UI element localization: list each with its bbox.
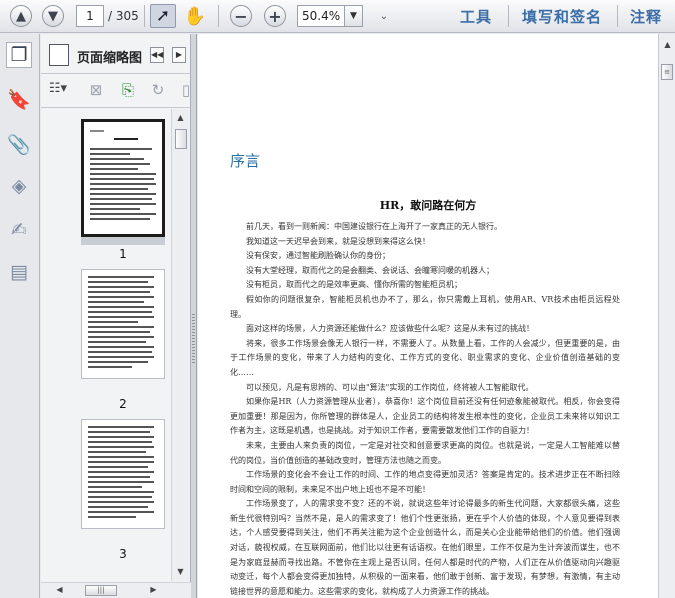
bookmarks-button[interactable]: 🔖	[6, 86, 32, 112]
insert-page-button[interactable]: ⎘	[117, 81, 139, 101]
paragraph: 前几天，看到一则新闻：中国建设银行在上海开了一家真正的无人银行。	[246, 222, 502, 231]
paragraph: 没有保安，通过智能刷脸确认你的身份；	[246, 251, 390, 261]
thumbnail-shadow	[81, 237, 165, 245]
page-thumbnail[interactable]	[81, 119, 165, 237]
hand-icon: ✋	[183, 5, 207, 27]
zoom-in-button[interactable]: +	[262, 4, 288, 28]
paragraph: 工作场景变了，人的需求变不变？还的不说，就说这些年讨论得最多的新生代问题，大家都…	[230, 499, 620, 596]
thumbnail-list: 1 2 3	[41, 109, 171, 582]
arrow-down-icon: ▼	[42, 5, 64, 27]
expand-panel-button[interactable]: ▶	[172, 47, 186, 63]
page-thumbnail[interactable]	[81, 269, 165, 379]
properties-icon: ▯	[181, 81, 191, 99]
attachments-button[interactable]: 📎	[6, 131, 32, 157]
page-thumbnails-icon: ❐	[10, 44, 28, 66]
minus-icon: −	[230, 5, 252, 27]
document-title: HR，敢问路在何方	[379, 199, 477, 212]
scroll-down-arrow-icon[interactable]: ▼	[174, 565, 187, 579]
panel-title: 页面缩略图	[77, 51, 143, 66]
arrow-up-icon: ▲	[10, 5, 32, 27]
signature-pen-icon: ✍	[11, 219, 27, 241]
toolbar-divider	[617, 5, 618, 27]
document-icon: ▤	[10, 261, 28, 283]
main-toolbar: ▲ ▼ 1 / 305 ➚ ✋ − + 50.4% ▼ ⌄ 工具 填写和签名 注…	[0, 0, 675, 33]
zoom-level-input[interactable]: 50.4%	[297, 5, 345, 27]
insert-page-icon: ⎘	[121, 81, 134, 99]
paragraph: 工作场景的变化会不会让工作的时间、工作的地点变得更加灵活？答案是肯定的。技术进步…	[230, 470, 620, 494]
delete-page-button[interactable]: ⊠	[85, 81, 107, 101]
paragraph: 将来，很多工作场景会像无人银行一样，不需要人了。从数量上看，工作的人会减少，但更…	[230, 338, 620, 377]
zoom-dropdown-button[interactable]: ▼	[345, 5, 363, 27]
scrollbar-thumb[interactable]: |||	[85, 585, 117, 596]
comment-menu[interactable]: 注释	[630, 6, 662, 27]
scrollbar-thumb[interactable]: ≡	[661, 64, 673, 80]
page-thumbnail[interactable]	[81, 419, 165, 529]
layers-icon: ◈	[11, 175, 27, 197]
panel-toolbar: ☷▾ ⊠ ⎘ ↻ ▯	[41, 74, 191, 108]
chevron-right-icon: ▶	[175, 50, 183, 59]
paragraph: 面对这样的场景，人力资源还能做什么？应该做些什么呢？这是从未有过的挑战！	[246, 324, 534, 334]
section-title: 序言	[230, 152, 261, 170]
content-button[interactable]: ▤	[6, 259, 32, 285]
chevron-down-icon: ▼	[350, 11, 357, 21]
paragraph: 如果你是HR（人力资源管理从业者），恭喜你！这个岗位目前还没有任何迹象能被取代。…	[230, 397, 620, 436]
next-page-button[interactable]: ▼	[40, 4, 66, 28]
plus-icon: +	[264, 5, 286, 27]
tools-menu[interactable]: 工具	[460, 6, 492, 27]
previous-page-button[interactable]: ▲	[8, 4, 34, 28]
chevron-down-icon: ⌄	[379, 10, 389, 22]
paragraph: 没有柜员，取而代之的是效率更高、懂你所需的智能柜员机；	[246, 280, 462, 290]
rotate-page-button[interactable]: ↻	[147, 81, 169, 101]
splitter-grip[interactable]	[192, 314, 195, 364]
panel-splitter[interactable]	[191, 34, 197, 598]
toolbar-divider	[144, 5, 145, 27]
zoom-out-button[interactable]: −	[228, 4, 254, 28]
document-body: 前几天，看到一则新闻：中国建设银行在上海开了一家真正的无人银行。 我知道这一天迟…	[230, 220, 620, 598]
document-vertical-scrollbar[interactable]: ▲ ≡	[658, 34, 675, 598]
pages-panel-button[interactable]: ❐	[6, 42, 32, 68]
thumbnail-horizontal-scrollbar[interactable]: ◀ ||| ▶	[41, 582, 191, 598]
options-menu-button[interactable]: ☷▾	[47, 81, 69, 101]
toolbar-divider	[508, 5, 509, 27]
bookmark-icon: 🔖	[7, 88, 31, 111]
thumbnail-vertical-scrollbar[interactable]: ▲ ▼	[171, 109, 189, 581]
paragraph: 可以预见，凡是有思辨的、可以由"算法"实现的工作岗位，终将被人工智能取代。	[246, 382, 534, 392]
page-total-label: / 305	[108, 9, 139, 23]
page-thumbnail-label: 3	[119, 547, 127, 561]
thumbnail-panel: 页面缩略图 ◀◀ ▶ ☷▾ ⊠ ⎘ ↻ ▯ 1 2 3 ▲ ▼ ◀ ||| ▶	[41, 34, 191, 598]
page-thumbnail-label: 2	[119, 397, 127, 411]
scroll-right-arrow-icon[interactable]: ▶	[147, 583, 160, 597]
double-chevron-left-icon: ◀◀	[151, 50, 164, 59]
toolbar-more-button[interactable]: ⌄	[371, 4, 397, 28]
scroll-left-arrow-icon[interactable]: ◀	[53, 583, 66, 597]
cursor-arrow-icon: ➚	[155, 6, 171, 26]
toolbar-divider	[218, 5, 219, 27]
scrollbar-thumb[interactable]	[175, 129, 187, 149]
delete-page-icon: ⊠	[89, 81, 103, 99]
navigation-pane: ❐ 🔖 📎 ◈ ✍ ▤	[0, 34, 40, 598]
list-options-icon: ☷▾	[48, 81, 68, 96]
document-view[interactable]: 序言 HR，敢问路在何方 前几天，看到一则新闻：中国建设银行在上海开了一家真正的…	[198, 34, 658, 598]
paragraph: 未来，主要由人来负责的岗位，一定是对社交和创意要求更高的岗位。也就是说，一定是人…	[230, 440, 620, 465]
select-tool-button[interactable]: ➚	[150, 4, 176, 28]
rotate-icon: ↻	[151, 81, 165, 99]
paragraph: 假如你的问题很复杂，智能柜员机也办不了，那么，你只需戴上耳机，使用AR、VR技术…	[230, 294, 620, 319]
collapse-panel-button[interactable]: ◀◀	[150, 47, 164, 63]
hand-tool-button[interactable]: ✋	[182, 4, 208, 28]
scroll-up-arrow-icon[interactable]: ▲	[661, 38, 674, 52]
signatures-button[interactable]: ✍	[6, 217, 32, 243]
paperclip-icon: 📎	[7, 133, 31, 156]
page-thumbnail-label: 1	[119, 247, 127, 261]
page-thumbnails-icon	[49, 44, 69, 66]
paragraph: 没有大堂经理，取而代之的是会翻类、会说话、会瞳寒问暖的机器人；	[246, 265, 494, 275]
layers-button[interactable]: ◈	[6, 173, 32, 199]
fill-and-sign-menu[interactable]: 填写和签名	[522, 6, 602, 27]
scroll-up-arrow-icon[interactable]: ▲	[174, 111, 187, 125]
panel-header: 页面缩略图 ◀◀ ▶	[41, 34, 191, 74]
page-number-input[interactable]: 1	[76, 5, 104, 27]
paragraph: 我知道这一天迟早会到来，就是没想到来得这么快！	[246, 236, 430, 246]
